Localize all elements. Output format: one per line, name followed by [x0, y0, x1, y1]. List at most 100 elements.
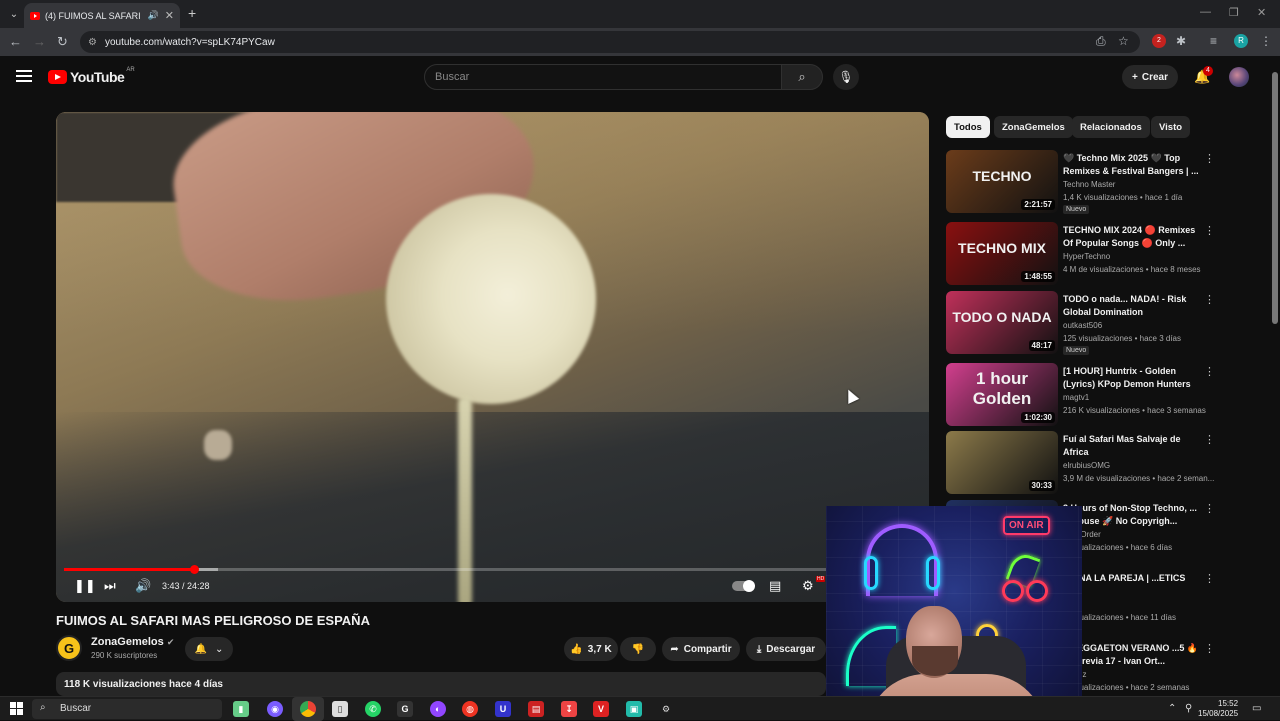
tab-audio-icon[interactable]: 🔊 [148, 10, 159, 21]
taskbar-whatsapp-icon[interactable]: ✆ [365, 701, 381, 717]
tray-network-icon[interactable]: ⚲ [1185, 703, 1192, 714]
next-video-icon[interactable]: ⏭ [104, 578, 116, 594]
video-title[interactable]: 🖤 Techno Mix 2025 🖤 Top Remixes & Festiv… [1063, 152, 1203, 178]
share-button[interactable]: ➦ Compartir [662, 637, 740, 661]
channel-avatar[interactable]: G [56, 635, 82, 661]
voice-search-mic-icon[interactable]: 🎙 [833, 64, 859, 90]
taskbar-app-icon-teal[interactable]: ▣ [626, 701, 642, 717]
more-options-kebab-icon[interactable]: ⋮ [1204, 642, 1215, 655]
recommended-video-card[interactable]: TODO O NADA 48:17 TODO o nada... NADA! -… [946, 291, 1270, 357]
install-app-icon[interactable]: ⎙ [1096, 34, 1106, 49]
autoplay-toggle[interactable] [732, 580, 755, 592]
notification-center-icon[interactable]: ▭ [1252, 703, 1261, 714]
scrollbar-thumb[interactable] [1272, 72, 1278, 324]
hamburger-menu-icon[interactable] [16, 70, 32, 82]
reading-list-icon[interactable]: ≡ [1210, 34, 1217, 48]
taskbar-app-icon-red[interactable]: ◍ [462, 701, 478, 717]
browser-menu-icon[interactable]: ⋮ [1260, 34, 1272, 48]
browser-tab-youtube[interactable]: (4) FUIMOS AL SAFARI MA 🔊 ✕ [24, 3, 180, 28]
video-title[interactable]: 3 Hours of Non-Stop Techno, ... & House … [1063, 502, 1203, 528]
subscription-bell-button[interactable]: 🔔 ⌄ [185, 637, 233, 661]
minimize-icon[interactable]: — [1200, 6, 1211, 18]
video-title[interactable]: TECHNO MIX 2024 🔴 Remixes Of Popular Son… [1063, 224, 1203, 250]
bookmark-star-icon[interactable]: ☆ [1118, 34, 1129, 48]
channel-name[interactable]: outkast506 [1063, 321, 1102, 330]
taskbar-clock[interactable]: 15:52 15/08/2025 [1198, 699, 1238, 719]
video-thumbnail[interactable]: TODO O NADA 48:17 [946, 291, 1058, 354]
video-title[interactable]: ...REGGAETON VERANO ...5 🔥 La Previa 17 … [1063, 642, 1203, 668]
chip-zonagemelos[interactable]: ZonaGemelos [994, 116, 1073, 138]
subtitles-icon[interactable]: ▤ [769, 578, 781, 594]
taskbar-file-icon[interactable]: ▯ [332, 701, 348, 717]
windows-start-icon[interactable] [10, 702, 23, 715]
download-button[interactable]: ⤓ Descargar [746, 637, 826, 661]
progress-bar[interactable] [64, 565, 921, 574]
channel-name[interactable]: HyperTechno [1063, 252, 1110, 261]
channel-name[interactable]: ZonaGemelos ✔ [91, 636, 174, 648]
more-options-kebab-icon[interactable]: ⋮ [1204, 572, 1215, 585]
more-options-kebab-icon[interactable]: ⋮ [1204, 365, 1215, 378]
video-title[interactable]: Fuí al Safari Mas Salvaje de Africa [1063, 433, 1203, 459]
youtube-logo[interactable]: YouTube AR [48, 67, 135, 85]
taskbar-chrome-icon[interactable] [300, 701, 316, 717]
like-button[interactable]: 👍 3,7 K [564, 637, 618, 661]
video-meta: 3,9 M de visualizaciones • hace 2 seman.… [1063, 474, 1215, 483]
volume-icon[interactable]: 🔊 [135, 578, 151, 594]
window-close-icon[interactable]: ✕ [1257, 6, 1266, 19]
video-title[interactable]: [1 HOUR] Huntrix - Golden (Lyrics) KPop … [1063, 365, 1203, 391]
taskbar-search[interactable]: ⌕ Buscar [32, 699, 222, 719]
chip-relacionados[interactable]: Relacionados [1072, 116, 1150, 138]
chip-visto[interactable]: Visto [1151, 116, 1191, 138]
more-options-kebab-icon[interactable]: ⋮ [1204, 433, 1215, 446]
taskbar-discord-icon[interactable]: ◉ [267, 701, 283, 717]
video-thumbnail[interactable]: TECHNO 2:21:57 [946, 150, 1058, 213]
forward-arrow-icon[interactable]: → [33, 34, 46, 49]
browser-profile-avatar[interactable]: R [1234, 34, 1248, 48]
back-arrow-icon[interactable]: ← [9, 34, 22, 49]
new-tab-plus-icon[interactable]: + [188, 5, 196, 21]
tab-close-icon[interactable]: ✕ [165, 9, 174, 22]
video-thumbnail[interactable]: 1 hour Golden 1:02:30 [946, 363, 1058, 426]
chip-todos[interactable]: Todos [946, 116, 990, 138]
pause-icon[interactable]: ❚❚ [74, 578, 96, 594]
taskbar-app-icon-g[interactable]: G [397, 701, 413, 717]
taskbar-voicemeeter-icon[interactable]: ▤ [528, 701, 544, 717]
more-options-kebab-icon[interactable]: ⋮ [1204, 293, 1215, 306]
more-options-kebab-icon[interactable]: ⋮ [1204, 152, 1215, 165]
recommended-video-card[interactable]: 30:33 Fuí al Safari Mas Salvaje de Afric… [946, 431, 1270, 497]
dislike-button[interactable]: 👎 [620, 637, 656, 661]
site-info-icon[interactable]: ⚙ [88, 37, 97, 48]
extensions-puzzle-icon[interactable]: ✱ [1176, 34, 1186, 48]
taskbar-app-icon-arrow[interactable]: ↧ [561, 701, 577, 717]
video-title[interactable]: TODO o nada... NADA! - Risk Global Domin… [1063, 293, 1203, 319]
search-input[interactable]: Buscar [424, 64, 782, 90]
more-options-kebab-icon[interactable]: ⋮ [1204, 224, 1215, 237]
taskbar-settings-gear-icon[interactable]: ⚙ [658, 701, 674, 717]
restore-icon[interactable]: ❐ [1229, 6, 1239, 19]
video-thumbnail[interactable]: TECHNO MIX 1:48:55 [946, 222, 1058, 285]
description-box[interactable]: 118 K visualizaciones hace 4 días [56, 672, 826, 696]
channel-name[interactable]: magtv1 [1063, 393, 1089, 402]
address-bar[interactable]: ⚙ youtube.com/watch?v=spLK74PYCaw [80, 31, 1140, 53]
video-meta: 216 K visualizaciones • hace 3 semanas [1063, 406, 1206, 415]
taskbar-app-icon-u[interactable]: U [495, 701, 511, 717]
taskbar-app-icon-v[interactable]: V [593, 701, 609, 717]
recommended-video-card[interactable]: TECHNO 2:21:57 🖤 Techno Mix 2025 🖤 Top R… [946, 150, 1270, 216]
taskbar-app-icon-1[interactable]: ▮ [233, 701, 249, 717]
reload-icon[interactable]: ↻ [57, 34, 68, 50]
channel-name[interactable]: Techno Master [1063, 180, 1115, 189]
video-player[interactable]: ❚❚ ⏭ 🔊 3:43 / 24:28 ▤ ⚙ HD [56, 112, 929, 602]
more-options-kebab-icon[interactable]: ⋮ [1204, 502, 1215, 515]
video-thumbnail[interactable]: 30:33 [946, 431, 1058, 494]
user-avatar[interactable] [1229, 67, 1249, 87]
taskbar-messenger-icon[interactable]: ◐ [430, 701, 446, 717]
channel-name[interactable]: elrubiusOMG [1063, 461, 1110, 470]
create-button[interactable]: + Crear [1122, 65, 1178, 89]
settings-gear-icon[interactable]: ⚙ [802, 578, 814, 594]
search-button[interactable]: ⌕ [781, 64, 823, 90]
recommended-video-card[interactable]: TECHNO MIX 1:48:55 TECHNO MIX 2024 🔴 Rem… [946, 222, 1270, 288]
video-title[interactable]: ...VINA LA PAREJA | ...ETICS [1063, 572, 1203, 585]
tray-chevron-up-icon[interactable]: ⌃ [1168, 703, 1176, 714]
extension-badge[interactable]: 2 [1152, 34, 1166, 48]
recommended-video-card[interactable]: 1 hour Golden 1:02:30 [1 HOUR] Huntrix -… [946, 363, 1270, 429]
